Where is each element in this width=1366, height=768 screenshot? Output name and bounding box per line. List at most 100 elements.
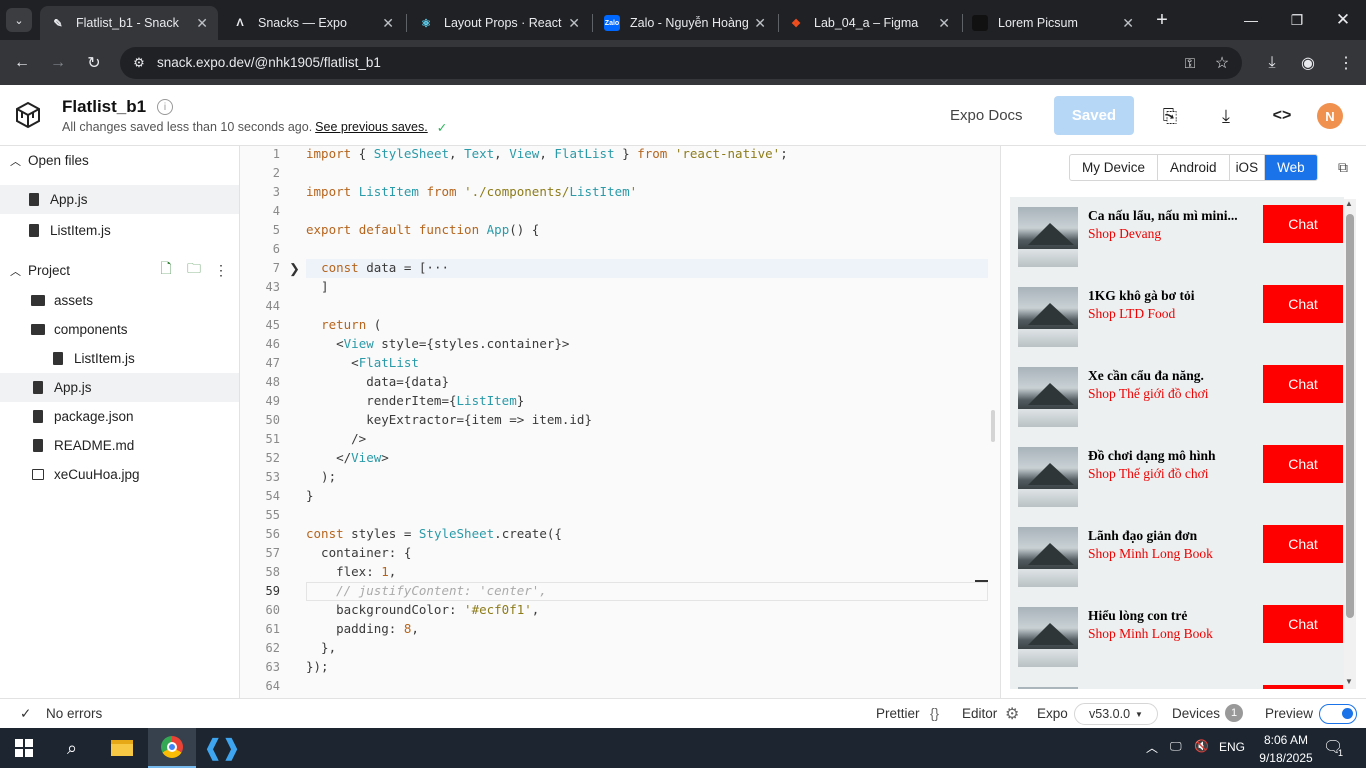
chevron-right-icon[interactable]: ❯ (289, 261, 300, 277)
new-tab-button[interactable]: + (1150, 9, 1174, 31)
tree-item-app[interactable]: App.js (0, 373, 239, 402)
browser-tab[interactable]: ❖ Lab_04_a – Figma ✕ (778, 6, 960, 40)
open-external-icon[interactable]: ⧉ (1334, 158, 1352, 176)
tab-android[interactable]: Android (1158, 155, 1230, 180)
list-item[interactable] (1018, 685, 1343, 689)
vscode-icon[interactable]: ❰❱ (198, 728, 246, 768)
braces-icon[interactable]: {} (930, 706, 939, 721)
clock-date[interactable]: 9/18/2025 (1252, 751, 1320, 765)
file-explorer-icon[interactable] (98, 728, 146, 768)
project-title[interactable]: Flatlist_b1 (62, 97, 146, 117)
windows-start-icon[interactable] (0, 728, 48, 768)
editor-scrollbar[interactable] (991, 410, 995, 442)
sdk-version-select[interactable]: v53.0.0 ▼ (1074, 703, 1158, 725)
close-window-icon[interactable]: ✕ (1328, 8, 1358, 32)
tree-item-package[interactable]: package.json (0, 402, 239, 431)
close-tab-icon[interactable]: ✕ (382, 15, 394, 32)
language-indicator[interactable]: ENG (1219, 740, 1245, 754)
download-project-icon[interactable]: ⤓ (1214, 104, 1238, 128)
more-options-icon[interactable]: ⋮ (213, 262, 229, 278)
list-item[interactable]: Lãnh đạo giản đơn Shop Minh Long Book Ch… (1018, 525, 1343, 587)
close-tab-icon[interactable]: ✕ (754, 15, 766, 32)
chrome-icon[interactable] (148, 728, 196, 768)
menu-icon[interactable]: ⋮ (1333, 50, 1359, 76)
chat-button[interactable]: Chat (1263, 205, 1343, 243)
browser-tab[interactable]: ⚛ Layout Props · React N ✕ (408, 6, 590, 40)
save-to-device-icon[interactable]: ⎘ (1158, 104, 1182, 128)
list-item[interactable]: Xe cần cẩu đa năng. Shop Thế giới đồ chơ… (1018, 365, 1343, 427)
search-icon[interactable]: ⌕ (48, 728, 96, 768)
open-files-section[interactable]: ︿ Open files (0, 146, 239, 175)
tree-item-components[interactable]: components (0, 315, 239, 344)
tab-web[interactable]: Web (1265, 155, 1317, 180)
embed-code-icon[interactable]: <> (1270, 104, 1294, 128)
close-tab-icon[interactable]: ✕ (196, 15, 208, 32)
browser-tab[interactable]: ✎ Flatlist_b1 - Snack ✕ (40, 6, 218, 40)
chat-button[interactable]: Chat (1263, 445, 1343, 483)
close-tab-icon[interactable]: ✕ (938, 15, 950, 32)
close-tab-icon[interactable]: ✕ (1122, 15, 1134, 32)
tree-item-listitem[interactable]: ListItem.js (0, 344, 239, 373)
site-settings-icon[interactable]: ⚙ (130, 54, 148, 72)
list-item[interactable]: Đồ chơi dạng mô hình Shop Thế giới đồ ch… (1018, 445, 1343, 507)
profile-icon[interactable]: ◉ (1295, 50, 1321, 76)
list-item[interactable]: 1KG khô gà bơ tỏi Shop LTD Food Chat (1018, 285, 1343, 347)
product-name: Xe cần cẩu đa năng. (1088, 368, 1204, 383)
chat-button[interactable]: Chat (1263, 365, 1343, 403)
download-icon[interactable]: ⤓ (1259, 50, 1285, 76)
info-icon[interactable]: i (157, 99, 173, 115)
speaker-muted-icon[interactable]: 🔇 (1194, 739, 1209, 753)
preview-toggle[interactable] (1319, 704, 1357, 724)
reload-icon[interactable]: ↻ (81, 50, 107, 76)
chat-button[interactable]: Chat (1263, 525, 1343, 563)
browser-tab[interactable]: Zalo Zalo - Nguyễn Hoàng ✕ (594, 6, 776, 40)
list-item[interactable]: Ca nấu lẩu, nấu mì mini... Shop Devang C… (1018, 205, 1343, 267)
preview-scroll-thumb[interactable] (1346, 214, 1354, 618)
back-icon[interactable]: ← (9, 50, 35, 76)
previous-saves-link[interactable]: See previous saves. (315, 120, 428, 135)
tab-ios[interactable]: iOS (1230, 155, 1266, 180)
line-number: 1 (272, 147, 280, 161)
browser-tab[interactable]: Lorem Picsum ✕ (962, 6, 1144, 40)
line-number: 4 (272, 204, 280, 218)
minimize-icon[interactable]: — (1236, 8, 1266, 32)
scroll-up-icon[interactable]: ▲ (1345, 199, 1353, 208)
chat-button[interactable] (1263, 685, 1343, 689)
bookmark-star-icon[interactable]: ☆ (1209, 50, 1235, 76)
avatar[interactable]: N (1317, 103, 1343, 129)
tree-item-readme[interactable]: README.md (0, 431, 239, 460)
tab-my-device[interactable]: My Device (1070, 155, 1159, 180)
tree-item-label: ListItem.js (74, 351, 135, 366)
chat-button[interactable]: Chat (1263, 285, 1343, 323)
editor-settings-button[interactable]: Editor (962, 706, 997, 721)
saved-button[interactable]: Saved (1054, 96, 1134, 135)
device-tabs: My Device Android iOS Web (1069, 154, 1318, 181)
prettier-button[interactable]: Prettier (876, 706, 920, 721)
tree-item-assets[interactable]: assets (0, 286, 239, 315)
expo-docs-link[interactable]: Expo Docs (950, 107, 1023, 124)
url-text[interactable]: snack.expo.dev/@nhk1905/flatlist_b1 (157, 55, 381, 70)
app-preview[interactable]: Ca nấu lẩu, nấu mì mini... Shop Devang C… (1010, 197, 1344, 689)
gear-icon[interactable]: ⚙ (1005, 704, 1019, 724)
tab-search-button[interactable]: ⌄ (6, 8, 32, 32)
snack-logo-icon[interactable] (14, 101, 42, 129)
chevron-up-icon[interactable]: ︿ (1146, 739, 1158, 756)
new-folder-icon[interactable]: 🗀 (186, 260, 202, 278)
password-key-icon[interactable]: ⚿ (1177, 50, 1203, 76)
open-file-item[interactable]: ListItem.js (0, 216, 239, 245)
new-file-icon[interactable]: 🗋 (158, 260, 174, 278)
close-tab-icon[interactable]: ✕ (568, 15, 580, 32)
devices-button[interactable]: Devices (1172, 706, 1220, 721)
tree-item-image[interactable]: xeCuuHoa.jpg (0, 460, 239, 489)
forward-icon[interactable]: → (45, 50, 71, 76)
scroll-down-icon[interactable]: ▼ (1345, 677, 1353, 686)
network-icon[interactable]: 🖵 (1170, 739, 1182, 754)
chat-button[interactable]: Chat (1263, 605, 1343, 643)
clock-time[interactable]: 8:06 AM (1256, 733, 1316, 747)
errors-status[interactable]: No errors (46, 706, 102, 721)
restore-icon[interactable]: ❐ (1282, 8, 1312, 32)
browser-tab[interactable]: Λ Snacks — Expo ✕ (222, 6, 404, 40)
list-item[interactable]: Hiểu lòng con trẻ Shop Minh Long Book Ch… (1018, 605, 1343, 667)
project-section[interactable]: ︿ Project (0, 256, 239, 285)
open-file-item[interactable]: App.js (0, 185, 239, 214)
